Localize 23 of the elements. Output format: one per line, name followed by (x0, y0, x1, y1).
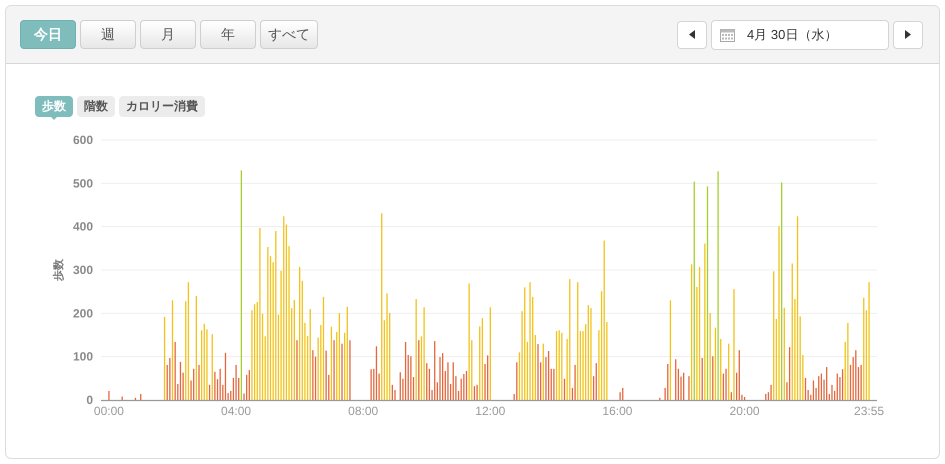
x-tick-label: 12:00 (475, 404, 506, 418)
y-axis-label: 歩数 (53, 259, 65, 281)
period-tab[interactable]: すべて (260, 20, 318, 49)
y-tick-label: 400 (72, 220, 93, 234)
x-tick-label: 04:00 (221, 404, 252, 418)
date-field[interactable]: 4月 30日（水） (711, 20, 889, 50)
y-tick-label: 100 (72, 350, 93, 364)
period-tab[interactable]: 年 (200, 20, 256, 49)
date-label: 4月 30日（水） (747, 26, 838, 44)
x-tick-label: 00:00 (94, 404, 124, 418)
y-tick-label: 300 (72, 263, 93, 277)
y-tick-label: 600 (72, 133, 93, 147)
period-tab[interactable]: 月 (140, 20, 196, 49)
y-tick-label: 200 (72, 306, 93, 320)
metric-tab[interactable]: 階数 (77, 96, 115, 116)
x-tick-label: 16:00 (602, 404, 632, 418)
x-tick-label: 23:55 (854, 404, 884, 418)
x-tick-label: 20:00 (730, 404, 760, 418)
y-tick-label: 500 (72, 176, 93, 190)
period-tab[interactable]: 週 (80, 20, 136, 49)
metric-tab[interactable]: カロリー消費 (119, 96, 205, 116)
x-tick-label: 08:00 (348, 404, 378, 418)
y-tick-label: 0 (86, 393, 93, 407)
